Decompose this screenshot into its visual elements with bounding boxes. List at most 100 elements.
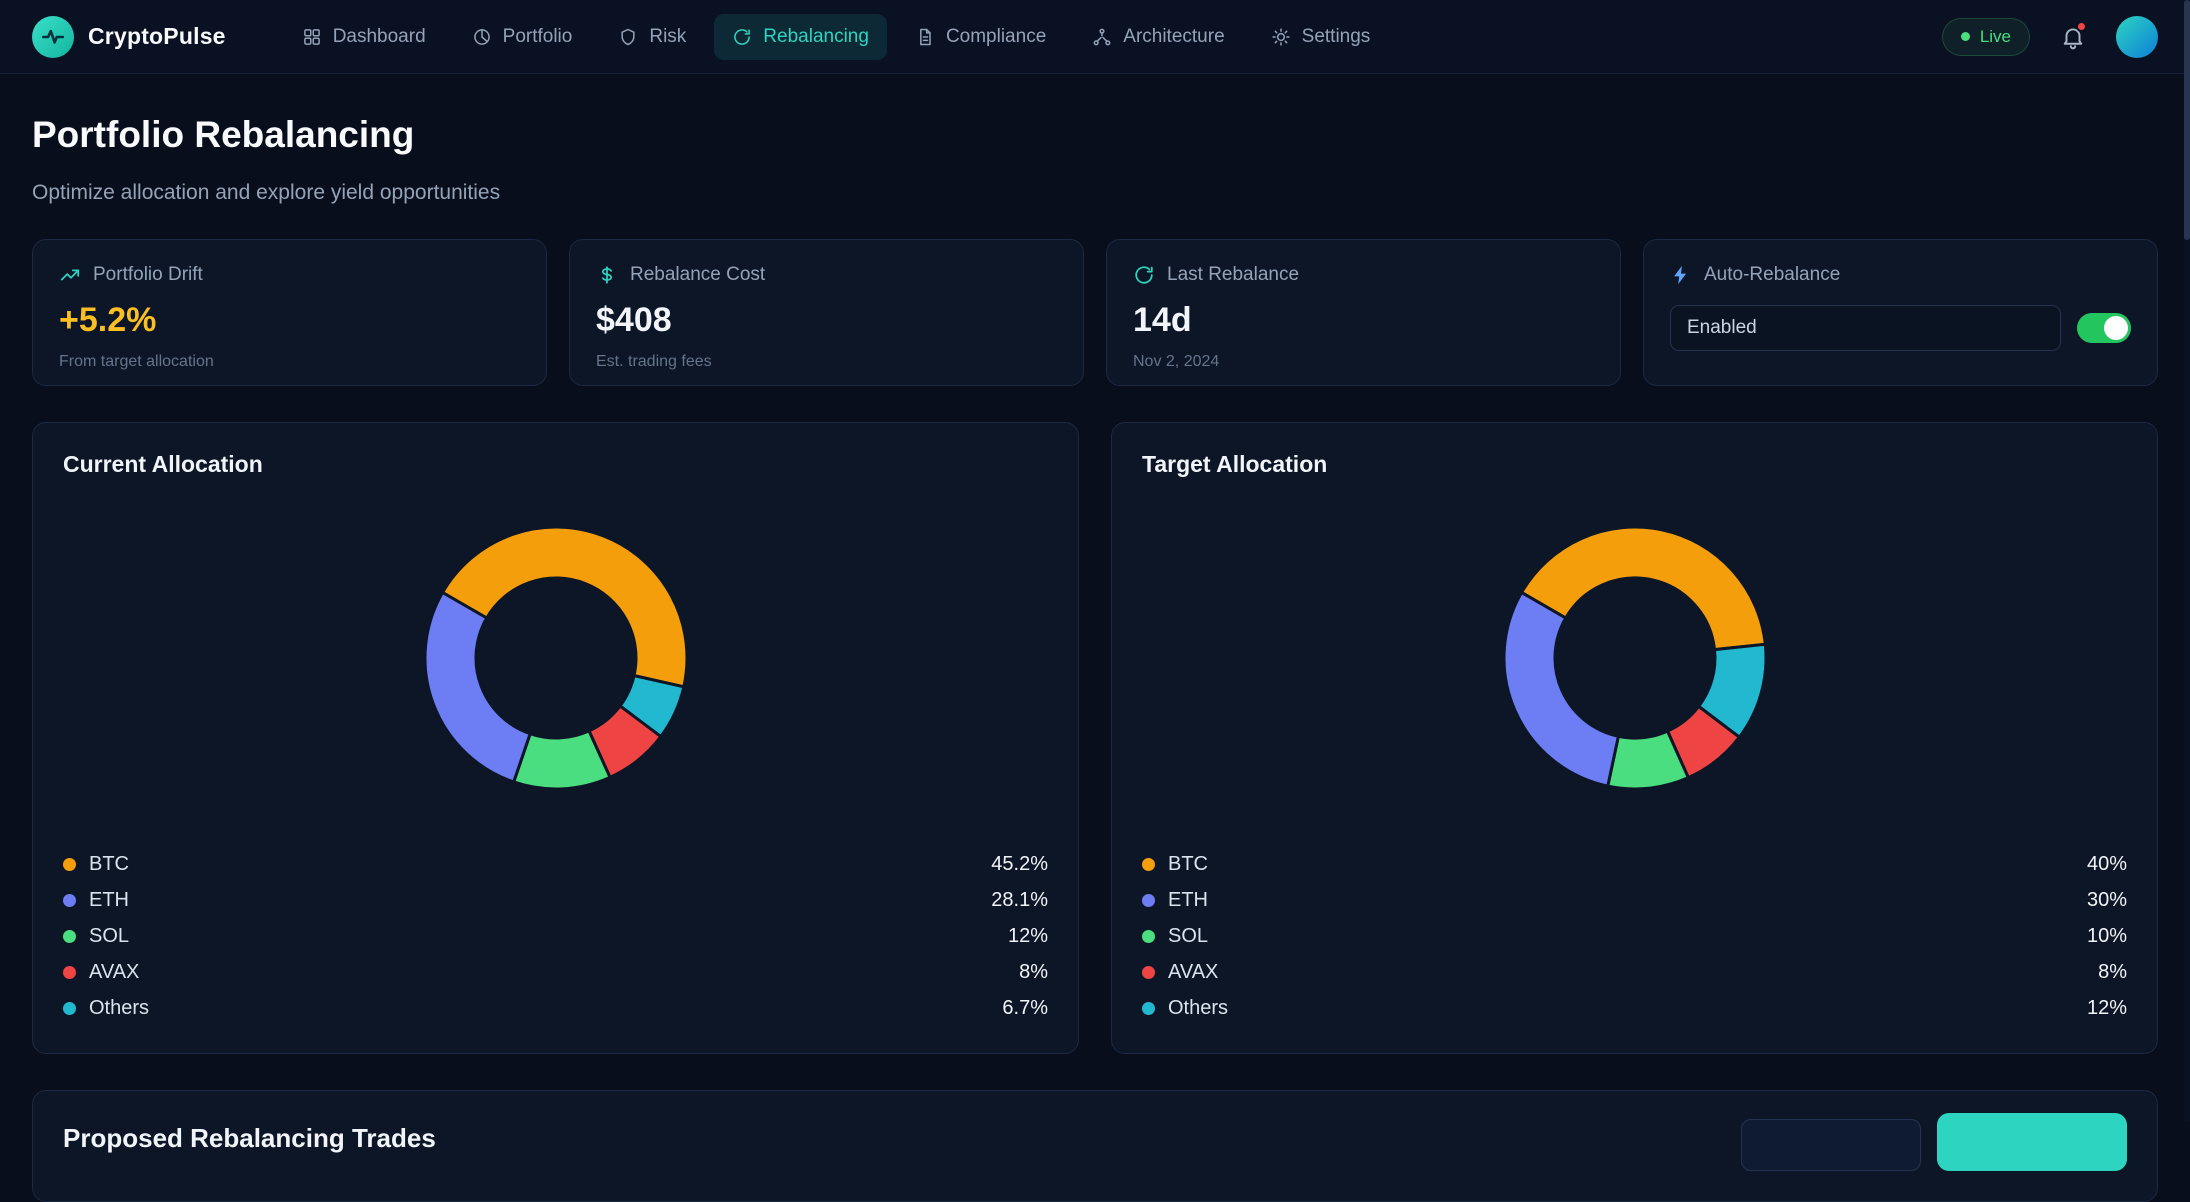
legend-label: AVAX — [1168, 961, 1218, 984]
auto-rebalance-toggle[interactable] — [2077, 313, 2131, 343]
legend-row[interactable]: ETH 28.1% — [63, 883, 1048, 919]
chart-legend: BTC 40% ETH 30% SOL 10% AVAX 8% — [1142, 847, 2127, 1027]
page-title: Portfolio Rebalancing — [32, 114, 2158, 156]
legend-row[interactable]: AVAX 8% — [63, 955, 1048, 991]
proposed-trades-title: Proposed Rebalancing Trades — [63, 1113, 436, 1154]
allocation-charts: Current Allocation BTC 45.2% ETH 28.1% S… — [32, 422, 2158, 1054]
stat-value: 14d — [1133, 301, 1594, 340]
legend-value: 6.7% — [1002, 997, 1048, 1020]
nav-item-rebalancing[interactable]: Rebalancing — [714, 14, 887, 60]
legend-dot-icon — [63, 930, 76, 943]
chart-legend: BTC 45.2% ETH 28.1% SOL 12% AVAX 8% — [63, 847, 1048, 1027]
brand[interactable]: CryptoPulse — [32, 16, 226, 58]
bolt-icon — [1670, 264, 1692, 286]
legend-value: 10% — [2087, 925, 2127, 948]
refresh-icon — [1133, 264, 1155, 286]
legend-row[interactable]: BTC 45.2% — [63, 847, 1048, 883]
brand-name: CryptoPulse — [88, 23, 226, 50]
current-allocation-donut[interactable] — [420, 522, 692, 794]
target-allocation-donut[interactable] — [1499, 522, 1771, 794]
legend-value: 8% — [2098, 961, 2127, 984]
legend-label: ETH — [89, 889, 129, 912]
legend-dot-icon — [1142, 930, 1155, 943]
toggle-knob — [2104, 316, 2128, 340]
legend-row[interactable]: Others 6.7% — [63, 991, 1048, 1027]
legend-value: 40% — [2087, 853, 2127, 876]
dollar-icon — [596, 264, 618, 286]
legend-row[interactable]: ETH 30% — [1142, 883, 2127, 919]
chart-title: Target Allocation — [1142, 451, 2127, 478]
pie-chart-icon — [472, 27, 492, 47]
legend-dot-icon — [1142, 966, 1155, 979]
stat-value: $408 — [596, 301, 1057, 340]
legend-dot-icon — [1142, 894, 1155, 907]
stat-card-rebalance-cost: Rebalance Cost $408 Est. trading fees — [569, 239, 1084, 386]
refresh-icon — [732, 27, 752, 47]
legend-value: 28.1% — [991, 889, 1048, 912]
scrollbar[interactable] — [2184, 0, 2190, 1122]
live-label: Live — [1980, 27, 2011, 47]
legend-row[interactable]: AVAX 8% — [1142, 955, 2127, 991]
legend-row[interactable]: SOL 10% — [1142, 919, 2127, 955]
legend-row[interactable]: SOL 12% — [63, 919, 1048, 955]
nav-item-dashboard[interactable]: Dashboard — [284, 14, 444, 60]
stat-card-last-rebalance: Last Rebalance 14d Nov 2, 2024 — [1106, 239, 1621, 386]
logo-icon — [32, 16, 74, 58]
legend-value: 12% — [2087, 997, 2127, 1020]
legend-dot-icon — [63, 966, 76, 979]
nav-right: Live — [1942, 16, 2158, 58]
chart-title: Current Allocation — [63, 451, 1048, 478]
stat-value: +5.2% — [59, 301, 520, 340]
auto-rebalance-status-field[interactable]: Enabled — [1670, 305, 2061, 351]
stat-cards: Portfolio Drift +5.2% From target alloca… — [32, 239, 2158, 386]
notifications-button[interactable] — [2060, 24, 2086, 50]
legend-value: 30% — [2087, 889, 2127, 912]
legend-dot-icon — [63, 894, 76, 907]
main-content: Portfolio Rebalancing Optimize allocatio… — [0, 114, 2190, 1202]
live-dot-icon — [1961, 32, 1970, 41]
avatar[interactable] — [2116, 16, 2158, 58]
nav-item-settings[interactable]: Settings — [1253, 14, 1389, 60]
legend-label: SOL — [1168, 925, 1208, 948]
nav-label: Compliance — [946, 26, 1046, 48]
target-allocation-card: Target Allocation BTC 40% ETH 30% SOL — [1111, 422, 2158, 1054]
legend-label: Others — [1168, 997, 1228, 1020]
legend-label: ETH — [1168, 889, 1208, 912]
nav-label: Settings — [1302, 26, 1371, 48]
legend-label: BTC — [89, 853, 129, 876]
nav-item-risk[interactable]: Risk — [600, 14, 704, 60]
legend-row[interactable]: BTC 40% — [1142, 847, 2127, 883]
legend-dot-icon — [1142, 1002, 1155, 1015]
trades-secondary-button[interactable] — [1741, 1119, 1921, 1171]
donut-chart-wrap — [1142, 522, 2127, 794]
scrollbar-thumb[interactable] — [2184, 0, 2190, 240]
network-icon — [1092, 27, 1112, 47]
stat-label: Rebalance Cost — [630, 264, 765, 286]
stat-sub: Est. trading fees — [596, 353, 1057, 371]
legend-dot-icon — [63, 858, 76, 871]
proposed-trades-card: Proposed Rebalancing Trades — [32, 1090, 2158, 1202]
legend-row[interactable]: Others 12% — [1142, 991, 2127, 1027]
nav-items: Dashboard Portfolio Risk Rebalancing Com… — [284, 14, 1389, 60]
stat-sub: From target allocation — [59, 353, 520, 371]
nav-label: Rebalancing — [763, 26, 869, 48]
legend-dot-icon — [63, 1002, 76, 1015]
nav-label: Portfolio — [503, 26, 573, 48]
stat-card-auto-rebalance: Auto-Rebalance Enabled — [1643, 239, 2158, 386]
trades-primary-button[interactable] — [1937, 1113, 2127, 1171]
trending-up-icon — [59, 264, 81, 286]
legend-dot-icon — [1142, 858, 1155, 871]
stat-label: Portfolio Drift — [93, 264, 203, 286]
legend-label: AVAX — [89, 961, 139, 984]
nav-label: Risk — [649, 26, 686, 48]
nav-item-compliance[interactable]: Compliance — [897, 14, 1064, 60]
live-badge[interactable]: Live — [1942, 18, 2030, 56]
current-allocation-card: Current Allocation BTC 45.2% ETH 28.1% S… — [32, 422, 1079, 1054]
notification-dot — [2076, 21, 2087, 32]
nav-label: Dashboard — [333, 26, 426, 48]
legend-label: Others — [89, 997, 149, 1020]
nav-item-architecture[interactable]: Architecture — [1074, 14, 1242, 60]
document-icon — [915, 27, 935, 47]
stat-label: Auto-Rebalance — [1704, 264, 1840, 286]
nav-item-portfolio[interactable]: Portfolio — [454, 14, 591, 60]
